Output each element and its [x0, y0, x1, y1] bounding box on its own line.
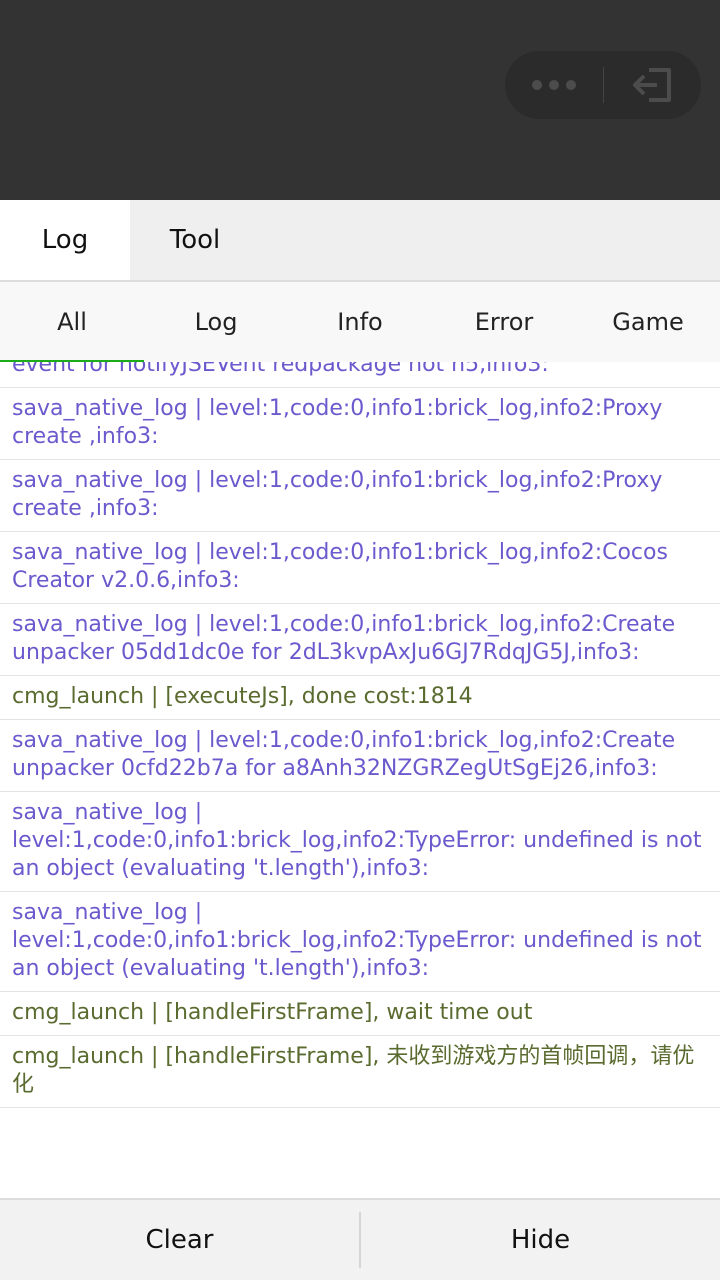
bottom-action-bar: Clear Hide	[0, 1198, 720, 1280]
hide-button[interactable]: Hide	[361, 1200, 720, 1280]
log-entry: cmg_launch | [executeJs], done cost:1814	[0, 676, 720, 720]
main-tab-bar: Log Tool	[0, 200, 720, 280]
log-entry: sava_native_log | level:1,code:0,info1:b…	[0, 532, 720, 604]
log-entry: cmg_launch | [handleFirstFrame], 未收到游戏方的…	[0, 1036, 720, 1108]
log-list: sava_native_log | level:1,code:0,info1:b…	[0, 362, 720, 1108]
tab-tool[interactable]: Tool	[130, 200, 260, 280]
filter-info[interactable]: Info	[288, 282, 432, 362]
log-entry: sava_native_log | level:1,code:0,info1:b…	[0, 892, 720, 992]
log-filter-bar: All Log Info Error Game	[0, 282, 720, 362]
filter-log[interactable]: Log	[144, 282, 288, 362]
filter-error[interactable]: Error	[432, 282, 576, 362]
exit-button[interactable]	[604, 51, 702, 119]
exit-icon	[633, 68, 672, 102]
more-dots-icon	[531, 80, 576, 90]
filter-all[interactable]: All	[0, 282, 144, 362]
capsule-menu	[505, 51, 701, 119]
log-entry: sava_native_log | level:1,code:0,info1:b…	[0, 792, 720, 892]
more-button[interactable]	[505, 51, 603, 119]
log-entry: sava_native_log | level:1,code:0,info1:b…	[0, 460, 720, 532]
log-list-scroll[interactable]: sava_native_log | level:1,code:0,info1:b…	[0, 362, 720, 1198]
log-entry: sava_native_log | level:1,code:0,info1:b…	[0, 720, 720, 792]
mini-program-header	[0, 0, 720, 200]
tab-log[interactable]: Log	[0, 200, 130, 280]
log-entry: sava_native_log | level:1,code:0,info1:b…	[0, 388, 720, 460]
clear-button[interactable]: Clear	[0, 1200, 359, 1280]
filter-game[interactable]: Game	[576, 282, 720, 362]
log-entry: cmg_launch | [handleFirstFrame], wait ti…	[0, 992, 720, 1036]
log-entry: sava_native_log | level:1,code:0,info1:b…	[0, 604, 720, 676]
log-entry: sava_native_log | level:1,code:0,info1:b…	[0, 362, 720, 388]
